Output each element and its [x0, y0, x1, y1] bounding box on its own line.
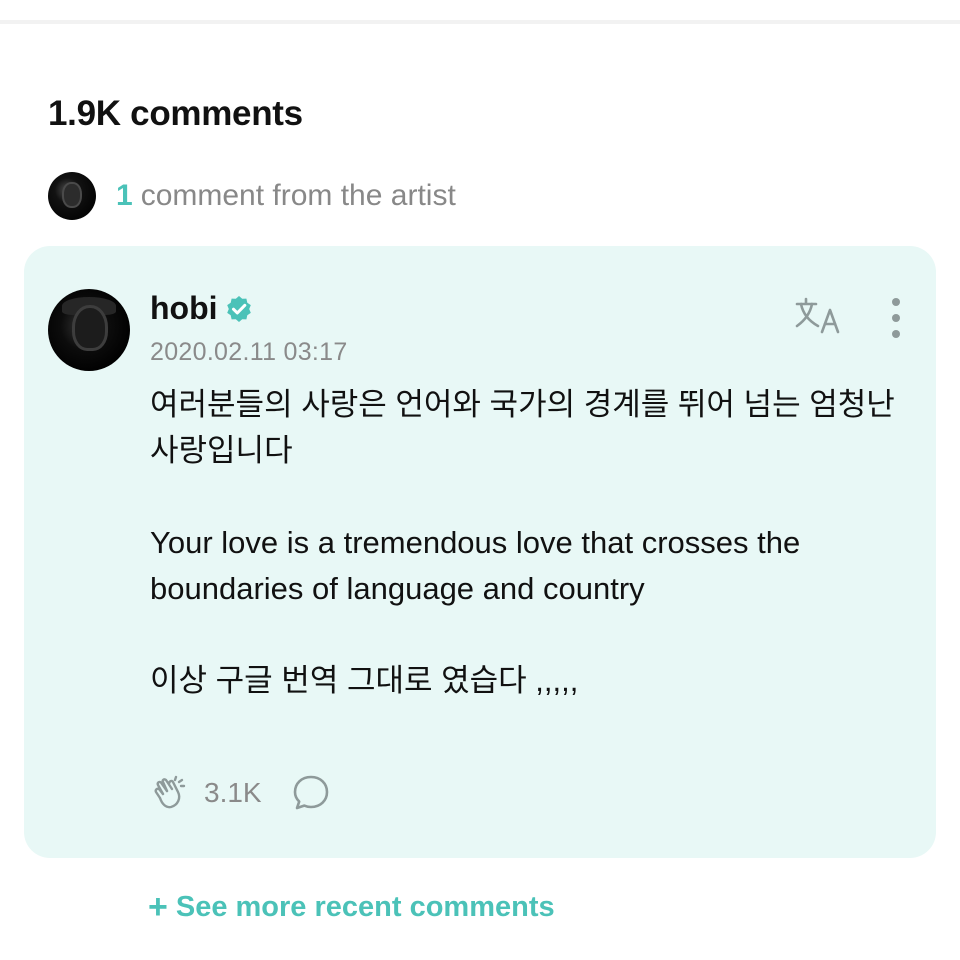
author-avatar[interactable]: [48, 289, 130, 371]
like-count: 3.1K: [204, 777, 262, 808]
comment-actions: 3.1K: [150, 772, 332, 814]
author-line: hobi: [150, 290, 254, 327]
plus-icon: +: [148, 888, 168, 926]
artist-comment-text: comment from the artist: [140, 179, 456, 212]
comment-paragraph-note: 이상 구글 번역 그대로 였습다 ,,,,,: [150, 663, 579, 698]
comment-paragraph-english: Your love is a tremendous love that cros…: [150, 525, 801, 606]
see-more-comments-link[interactable]: + See more recent comments: [148, 890, 555, 924]
artist-comment-count: 1: [116, 179, 133, 212]
see-more-label: See more recent comments: [175, 890, 555, 923]
artist-comments-filter[interactable]: 1 comment from the artist: [48, 172, 456, 220]
more-vertical-icon[interactable]: [884, 298, 908, 338]
artist-comments-label: 1 comment from the artist: [116, 179, 456, 213]
speech-bubble-icon[interactable]: [290, 772, 332, 814]
translate-icon[interactable]: [794, 296, 844, 336]
author-name[interactable]: hobi: [150, 290, 218, 327]
comment-timestamp: 2020.02.11 03:17: [150, 338, 348, 366]
clap-hands-icon[interactable]: [150, 772, 192, 814]
comment-body: 여러분들의 사랑은 언어와 국가의 경계를 뛰어 넘는 엄청난 사랑입니다 Yo…: [150, 382, 910, 704]
verified-badge-icon: [226, 295, 251, 322]
comments-count-title: 1.9K comments: [48, 94, 303, 133]
artist-comment-card: hobi 2020.02.11 03:17 여러분들의 사랑은 언어와 국가의 …: [24, 246, 936, 858]
comment-paragraph-korean: 여러분들의 사랑은 언어와 국가의 경계를 뛰어 넘는 엄청난 사랑입니다: [150, 387, 895, 468]
artist-avatar-small: [48, 172, 96, 220]
top-divider: [0, 20, 960, 24]
